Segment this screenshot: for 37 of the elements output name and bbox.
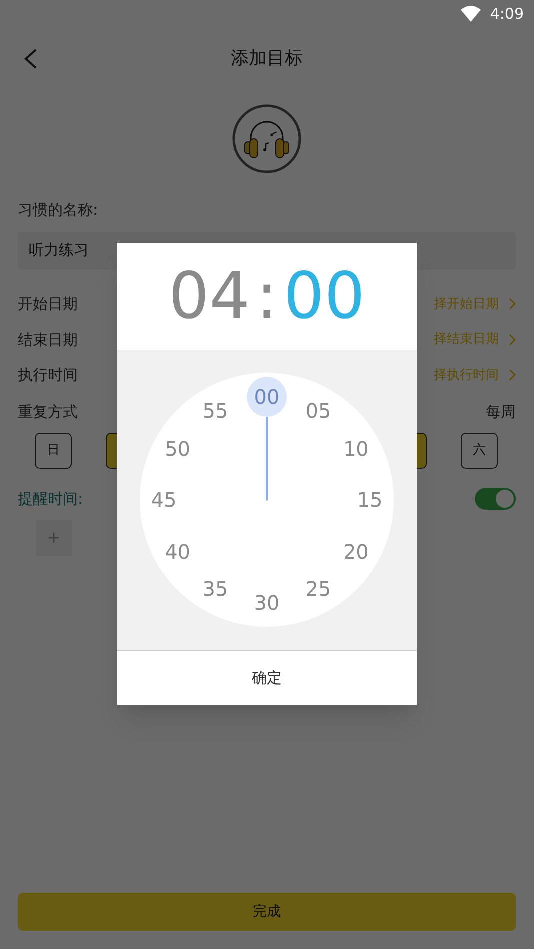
dial-number[interactable]: 55 bbox=[196, 390, 236, 431]
dial-number[interactable]: 15 bbox=[350, 480, 390, 520]
back-icon[interactable] bbox=[24, 49, 38, 69]
repeat-value[interactable]: 每周 bbox=[486, 400, 516, 424]
dial-number[interactable]: 50 bbox=[158, 428, 198, 468]
row-label: 执行时间 bbox=[18, 365, 78, 386]
dial-number[interactable]: 10 bbox=[336, 428, 376, 468]
weekday-toggle[interactable]: 日 bbox=[35, 433, 72, 469]
row-label: 开始日期 bbox=[18, 294, 78, 315]
weekday-toggle[interactable]: 六 bbox=[461, 433, 498, 469]
field-label: 习惯的名称: bbox=[17, 200, 100, 221]
dial-number[interactable]: 25 bbox=[298, 569, 338, 610]
wifi-icon bbox=[461, 6, 482, 22]
dial-number[interactable]: 40 bbox=[158, 532, 198, 572]
chevron-right-icon bbox=[509, 334, 516, 346]
chevron-right-icon bbox=[509, 369, 516, 382]
row-label: 结束日期 bbox=[18, 330, 78, 350]
confirm-button[interactable]: 确定 bbox=[240, 660, 294, 696]
dial-number[interactable]: 05 bbox=[298, 390, 338, 431]
reminder-label: 提醒时间: bbox=[18, 488, 84, 510]
dial-number[interactable]: 35 bbox=[196, 569, 236, 610]
dial-number[interactable]: 00 bbox=[247, 377, 287, 417]
page-title: 添加目标 bbox=[231, 46, 303, 70]
headphones-icon[interactable] bbox=[232, 104, 302, 174]
time-separator: : bbox=[256, 264, 278, 328]
minute-display[interactable]: 00 bbox=[284, 264, 366, 328]
add-reminder-button[interactable]: + bbox=[36, 520, 72, 556]
status-time: 4:09 bbox=[490, 4, 524, 25]
dial-number[interactable]: 45 bbox=[144, 480, 184, 520]
hour-display[interactable]: 04 bbox=[168, 264, 250, 328]
row-label: 重复方式 bbox=[18, 402, 78, 423]
clock-dial[interactable]: 00 05 10 15 20 25 30 35 40 45 50 55 bbox=[140, 373, 394, 627]
chevron-right-icon bbox=[509, 298, 516, 310]
dial-number[interactable]: 30 bbox=[247, 583, 287, 623]
reminder-switch[interactable] bbox=[475, 488, 516, 510]
dial-number[interactable]: 20 bbox=[336, 532, 376, 572]
done-button[interactable]: 完成 bbox=[18, 893, 516, 931]
